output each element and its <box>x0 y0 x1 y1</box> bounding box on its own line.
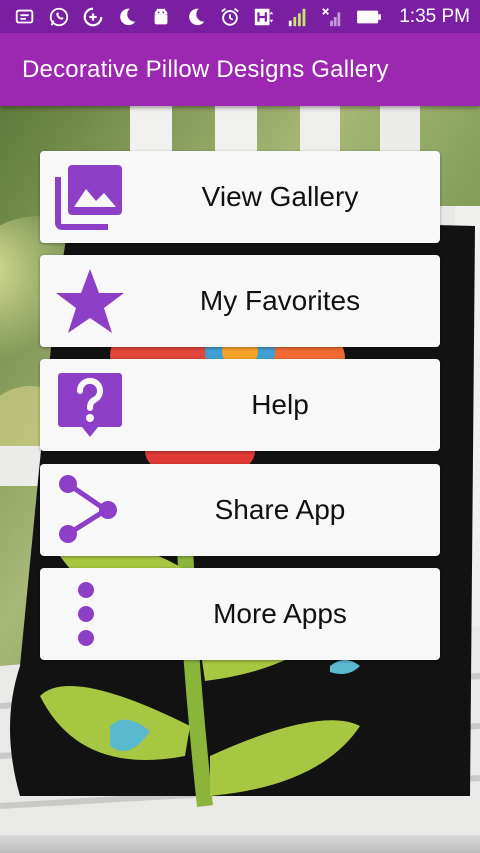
moon-icon <box>116 6 138 28</box>
status-time: 1:35 PM <box>399 5 470 27</box>
no-signal-icon <box>321 6 343 28</box>
star-icon <box>52 263 128 339</box>
signal-icon <box>287 6 309 28</box>
alarm-icon <box>219 6 241 28</box>
whatsapp-icon <box>48 6 70 28</box>
bottom-edge <box>0 835 480 853</box>
help-button[interactable]: Help <box>40 359 440 451</box>
status-bar: 1:35 PM <box>0 0 480 33</box>
help-label: Help <box>251 389 309 420</box>
status-right-icons: 1:35 PM <box>185 6 470 28</box>
more-vert-icon <box>52 576 128 652</box>
app-bar: Decorative Pillow Designs Gallery <box>0 33 480 106</box>
battery-icon <box>355 6 383 28</box>
status-left-icons <box>14 6 172 28</box>
share-app-label: Share App <box>214 494 346 525</box>
share-icon <box>52 472 128 548</box>
view-gallery-label: View Gallery <box>201 181 359 212</box>
share-app-button[interactable]: Share App <box>40 464 440 556</box>
data-saver-icon <box>82 6 104 28</box>
my-favorites-label: My Favorites <box>199 285 361 316</box>
my-favorites-button[interactable]: My Favorites <box>40 255 440 347</box>
do-not-disturb-icon <box>185 6 207 28</box>
more-apps-label: More Apps <box>213 598 347 629</box>
gallery-icon <box>52 159 128 235</box>
more-apps-button[interactable]: More Apps <box>40 568 440 660</box>
view-gallery-button[interactable]: View Gallery <box>40 151 440 243</box>
notification-icon <box>14 6 36 28</box>
android-icon <box>150 6 172 28</box>
hd-signal-icon <box>253 6 275 28</box>
app-title: Decorative Pillow Designs Gallery <box>22 55 389 83</box>
help-icon <box>52 367 128 443</box>
